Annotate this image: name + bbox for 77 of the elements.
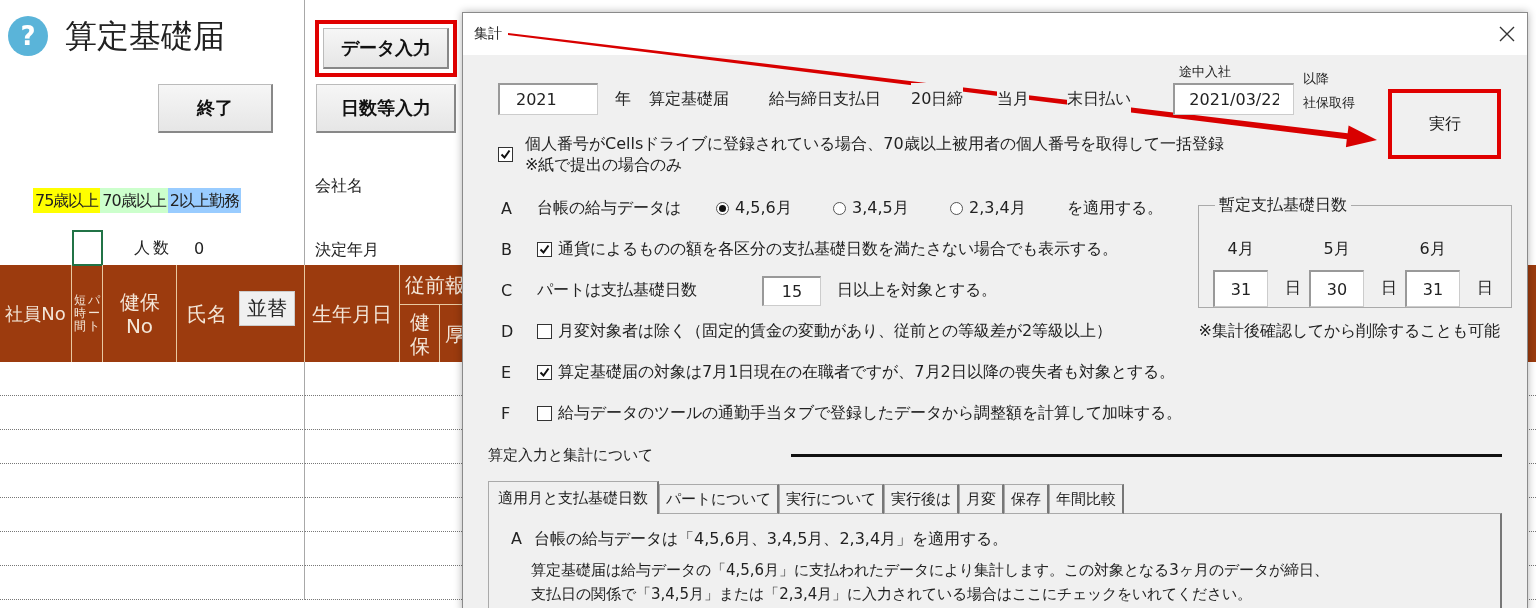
exit-button[interactable]: 終了 bbox=[158, 84, 273, 133]
option-letter: C bbox=[501, 281, 514, 300]
days-field[interactable]: 31 bbox=[1405, 270, 1460, 307]
count-value: 0 bbox=[194, 238, 208, 258]
option-note: ※集計後確認してから削除することも可能 bbox=[1198, 321, 1500, 342]
days-field[interactable]: 15 bbox=[762, 275, 821, 306]
option-letter: D bbox=[501, 322, 515, 341]
option-label: パートは支払基礎日数 bbox=[537, 280, 698, 301]
column-header: 生年月日 bbox=[312, 301, 392, 326]
tab[interactable]: 月変 bbox=[959, 484, 1004, 514]
legend-label: 70歳以上 bbox=[100, 188, 168, 213]
tab[interactable]: 実行後は bbox=[884, 484, 959, 514]
days-field[interactable]: 31 bbox=[1213, 270, 1268, 307]
panel-heading: 台帳の給与データは「4,5,6月、3,4,5月、2,3,4月」を適用する。 bbox=[533, 528, 1009, 550]
date-field[interactable]: 2021/03/22 bbox=[1173, 83, 1295, 115]
unit-label: 日 bbox=[1285, 278, 1301, 299]
unit-label: 日 bbox=[1381, 278, 1397, 299]
sort-button[interactable]: 並替 bbox=[238, 291, 295, 326]
radio-button[interactable] bbox=[950, 202, 963, 215]
checkbox[interactable] bbox=[537, 324, 552, 339]
panel-paragraph: 算定基礎届は給与データの「4,5,6月」に支払われたデータにより集計します。この対象となる3ヶ月のデータが締日、 支払日の関係で「3,4,5月」または「2,3,4月」に入力されている場合はここにチェックをいれてください。 bbox=[531, 560, 1330, 605]
column-header: パート bbox=[88, 293, 100, 334]
radio-label: 4,5,6月 bbox=[735, 198, 792, 219]
column-group-header: 従前報 bbox=[405, 272, 465, 297]
dialog-title: 集計 bbox=[474, 25, 502, 43]
option-label: 日以上を対象とする。 bbox=[837, 280, 997, 301]
column-header: 健保 No bbox=[119, 289, 160, 338]
option-letter: F bbox=[501, 404, 512, 423]
column-header: 健保 bbox=[408, 309, 431, 358]
radio-button[interactable] bbox=[833, 202, 846, 215]
column-header: 氏名 bbox=[186, 301, 227, 326]
section-title: 算定入力と集計について bbox=[488, 445, 654, 465]
legend-label: 75歳以上 bbox=[33, 188, 101, 213]
option-label: 月変対象者は除く（固定的賃金の変動があり、従前との等級差が2等級以上） bbox=[558, 321, 1113, 342]
year-field[interactable]: 2021 bbox=[498, 83, 598, 115]
tab[interactable]: 適用月と支払基礎日数 bbox=[488, 481, 659, 514]
count-label: 人数 bbox=[134, 237, 172, 259]
sheet-title: 算定基礎届 bbox=[65, 16, 225, 56]
close-icon[interactable] bbox=[1499, 26, 1515, 42]
option-label: 通貨によるものの額を各区分の支払基礎日数を満たさない場合でも表示する。 bbox=[558, 239, 1118, 260]
option-letter: E bbox=[501, 363, 513, 382]
tab[interactable]: 保存 bbox=[1004, 484, 1049, 514]
legend-label: 2以上勤務 bbox=[167, 188, 241, 213]
action-button[interactable]: 日数等入力 bbox=[316, 84, 456, 133]
column-header: 社員No bbox=[5, 302, 66, 325]
action-button[interactable]: データ入力 bbox=[323, 28, 449, 69]
days-field[interactable]: 30 bbox=[1309, 270, 1364, 307]
tab[interactable]: 実行について bbox=[779, 484, 884, 514]
month-label: 4月 bbox=[1227, 239, 1254, 260]
tab[interactable]: 年間比較 bbox=[1049, 484, 1124, 514]
option-letter: A bbox=[501, 199, 513, 218]
option-label: 給与データのツールの通勤手当タブで登録したデータから調整額を計算して加味する。 bbox=[558, 403, 1182, 424]
mid-join-label: 途中入社 bbox=[1179, 63, 1232, 81]
panel-letter: A bbox=[511, 528, 522, 550]
checkbox[interactable] bbox=[498, 146, 513, 162]
checkbox[interactable] bbox=[537, 242, 552, 257]
month-label: 5月 bbox=[1323, 239, 1350, 260]
option-label: 台帳の給与データは bbox=[537, 198, 682, 219]
month-label: 6月 bbox=[1419, 239, 1446, 260]
unit-label: 日 bbox=[1477, 278, 1493, 299]
tab[interactable]: パートについて bbox=[659, 484, 779, 514]
checkbox[interactable] bbox=[537, 406, 552, 421]
decision-label: 決定年月 bbox=[315, 240, 379, 260]
company-label: 会社名 bbox=[315, 176, 363, 196]
column-header: 厚 bbox=[444, 321, 465, 346]
selected-cell[interactable] bbox=[72, 230, 103, 266]
run-button[interactable]: 実行 bbox=[1388, 89, 1501, 159]
option-label: 個人番号がCellsドライブに登録されている場合、70歳以上被用者の個人番号を取得して一括登録 ※紙で提出の場合のみ bbox=[525, 133, 1224, 175]
radio-button[interactable] bbox=[716, 202, 729, 215]
option-letter: B bbox=[501, 240, 513, 259]
radio-label: 3,4,5月 bbox=[852, 198, 909, 219]
option-label: を適用する。 bbox=[1067, 198, 1163, 219]
checkbox[interactable] bbox=[537, 365, 552, 380]
column-header: 短時間 bbox=[74, 293, 86, 334]
group-title: 暫定支払基礎日数 bbox=[1218, 195, 1348, 216]
option-label: 算定基礎届の対象は7月1日現在の在職者ですが、7月2日以降の喪失者も対象とする。 bbox=[558, 362, 1175, 383]
radio-label: 2,3,4月 bbox=[969, 198, 1026, 219]
